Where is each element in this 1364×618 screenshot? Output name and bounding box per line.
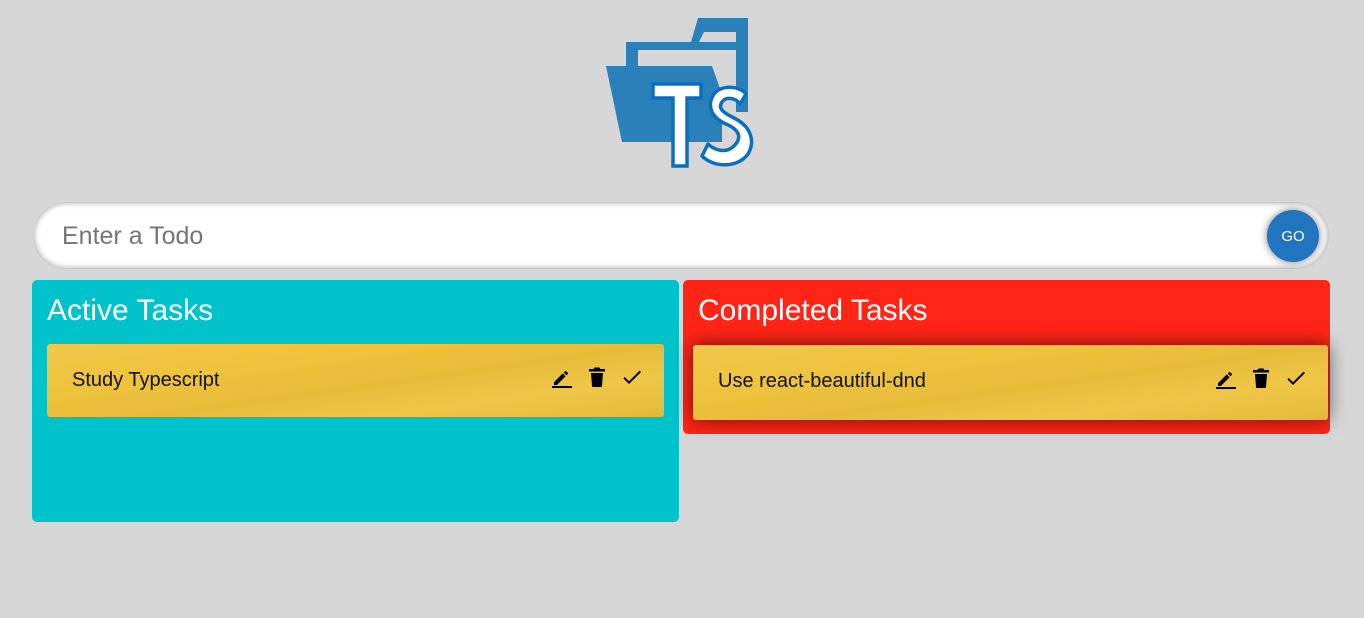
active-tasks-title: Active Tasks [47, 294, 214, 327]
app-logo [604, 14, 760, 170]
edit-icon[interactable] [1214, 366, 1238, 390]
todo-input[interactable] [62, 215, 1242, 257]
delete-icon[interactable] [585, 365, 609, 389]
go-button[interactable]: GO [1267, 210, 1319, 262]
delete-icon[interactable] [1249, 366, 1273, 390]
task-card[interactable]: Use react-beautiful-dnd [693, 345, 1328, 420]
task-text: Use react-beautiful-dnd [718, 370, 926, 392]
completed-tasks-panel: Completed Tasks Use react-beautiful-dnd [683, 280, 1330, 434]
check-icon[interactable] [620, 365, 644, 389]
completed-tasks-title: Completed Tasks [698, 294, 928, 327]
active-tasks-panel: Active Tasks Study Typescript [32, 280, 679, 522]
edit-icon[interactable] [550, 365, 574, 389]
task-card[interactable]: Study Typescript [47, 344, 664, 417]
task-actions [550, 365, 644, 389]
check-icon[interactable] [1284, 366, 1308, 390]
todo-form: GO [33, 202, 1329, 269]
task-actions [1214, 366, 1308, 390]
folder-ts-icon [606, 18, 754, 168]
task-text: Study Typescript [72, 369, 220, 391]
